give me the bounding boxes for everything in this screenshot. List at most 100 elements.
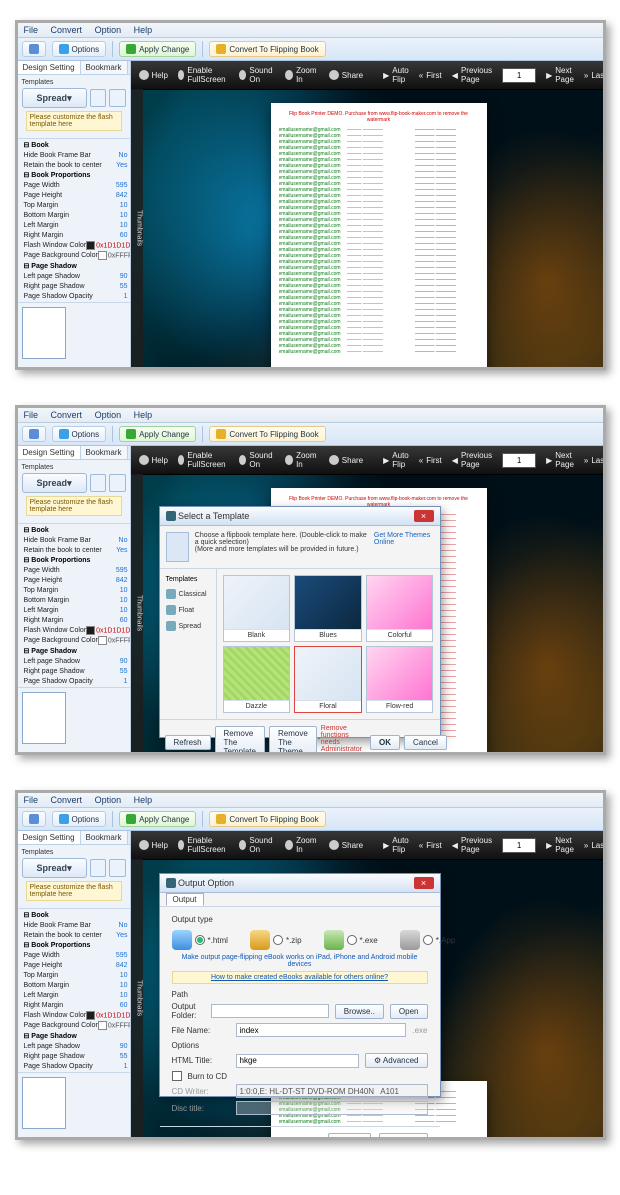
menu-option[interactable]: Option bbox=[95, 25, 122, 35]
open-button[interactable]: Open bbox=[390, 1004, 428, 1019]
menu-convert[interactable]: Convert bbox=[51, 25, 83, 35]
cancel-button[interactable]: Cancel bbox=[328, 1133, 371, 1137]
page-number-input[interactable] bbox=[502, 453, 536, 468]
page-thumb[interactable] bbox=[22, 692, 66, 744]
import-button[interactable] bbox=[22, 426, 46, 442]
ptb-zoom[interactable]: Zoom In bbox=[285, 451, 318, 469]
nav-spread[interactable]: Spread bbox=[164, 618, 212, 634]
ptb-zoom[interactable]: Zoom In bbox=[285, 66, 318, 84]
menu-help[interactable]: Help bbox=[134, 25, 153, 35]
refresh-button[interactable]: Refresh bbox=[165, 735, 211, 750]
import-button[interactable] bbox=[22, 41, 46, 57]
ptb-sound[interactable]: Sound On bbox=[239, 66, 275, 84]
template-card-flowred[interactable]: Flow-red bbox=[366, 646, 434, 713]
tab-design[interactable]: Design Setting bbox=[18, 831, 81, 844]
apply-change-button[interactable]: Apply Change bbox=[119, 811, 196, 827]
radio-html[interactable] bbox=[195, 935, 205, 945]
ptb-sound[interactable]: Sound On bbox=[239, 451, 275, 469]
template-select-icon[interactable] bbox=[90, 474, 106, 492]
tab-bookmark[interactable]: Bookmark bbox=[81, 61, 128, 74]
radio-app[interactable] bbox=[423, 935, 433, 945]
menu-help[interactable]: Help bbox=[134, 795, 153, 805]
ptb-share[interactable]: Share bbox=[329, 840, 363, 850]
convert-button[interactable]: Convert To Flipping Book bbox=[209, 426, 325, 442]
page-thumb[interactable] bbox=[22, 1077, 66, 1129]
remove-theme-button[interactable]: Remove The Theme bbox=[269, 726, 317, 752]
ptb-help[interactable]: Help bbox=[139, 70, 168, 80]
settings-tree[interactable]: ⊟ Book Hide Book Frame BarNo Retain the … bbox=[18, 139, 130, 302]
options-button[interactable]: Options bbox=[52, 41, 107, 57]
ptb-prev[interactable]: ◀ Previous Page bbox=[452, 451, 492, 469]
get-more-themes-link[interactable]: Get More Themes Online bbox=[374, 532, 434, 562]
vstrip-thumb[interactable]: Thumbnails bbox=[136, 865, 143, 1131]
ptb-first[interactable]: « First bbox=[419, 456, 442, 465]
browse-button[interactable]: Browse.. bbox=[335, 1004, 384, 1019]
output-folder-input[interactable] bbox=[211, 1004, 329, 1018]
type-app[interactable]: *.App bbox=[400, 930, 456, 950]
spread-button[interactable]: Spread ▾ bbox=[22, 858, 87, 878]
advanced-button[interactable]: ⚙ Advanced bbox=[365, 1053, 428, 1068]
ptb-fullscreen[interactable]: Enable FullScreen bbox=[178, 66, 229, 84]
output-help-link[interactable]: How to make created eBooks available for… bbox=[172, 971, 428, 984]
menu-option[interactable]: Option bbox=[95, 410, 122, 420]
spread-button[interactable]: Spread ▾ bbox=[22, 473, 87, 493]
template-card-blank[interactable]: Blank bbox=[223, 575, 291, 642]
import-button[interactable] bbox=[22, 811, 46, 827]
page-number-input[interactable] bbox=[502, 838, 536, 853]
options-button[interactable]: Options bbox=[52, 426, 107, 442]
radio-exe[interactable] bbox=[347, 935, 357, 945]
file-name-input[interactable] bbox=[236, 1023, 407, 1037]
template-import-icon[interactable] bbox=[109, 89, 125, 107]
menu-convert[interactable]: Convert bbox=[51, 410, 83, 420]
ok-button[interactable]: OK bbox=[370, 735, 400, 750]
page-number-input[interactable] bbox=[502, 68, 536, 83]
ptb-first[interactable]: « First bbox=[419, 71, 442, 80]
ptb-last[interactable]: » Last bbox=[584, 456, 603, 465]
ptb-prev[interactable]: ◀ Previous Page bbox=[452, 836, 492, 854]
tab-design[interactable]: Design Setting bbox=[18, 61, 81, 74]
type-zip[interactable]: *.zip bbox=[250, 930, 302, 950]
template-card-dazzle[interactable]: Dazzle bbox=[223, 646, 291, 713]
vstrip-thumb[interactable]: Thumbnails bbox=[136, 480, 143, 746]
tab-bookmark[interactable]: Bookmark bbox=[81, 446, 128, 459]
convert-button[interactable]: Convert To Flipping Book bbox=[209, 41, 325, 57]
ptb-last[interactable]: » Last bbox=[584, 71, 603, 80]
html-title-input[interactable] bbox=[236, 1054, 359, 1068]
type-html[interactable]: *.html bbox=[172, 930, 228, 950]
ptb-next[interactable]: ▶ Next Page bbox=[546, 66, 574, 84]
menu-option[interactable]: Option bbox=[95, 795, 122, 805]
ptb-share[interactable]: Share bbox=[329, 70, 363, 80]
tab-output[interactable]: Output bbox=[166, 893, 204, 906]
nav-classical[interactable]: Classical bbox=[164, 586, 212, 602]
ptb-next[interactable]: ▶ Next Page bbox=[546, 451, 574, 469]
type-exe[interactable]: *.exe bbox=[324, 930, 378, 950]
settings-tree[interactable]: ⊟ Book Hide Book Frame BarNo Retain the … bbox=[18, 524, 130, 687]
page-thumb[interactable] bbox=[22, 307, 66, 359]
menu-file[interactable]: File bbox=[24, 25, 39, 35]
tab-design[interactable]: Design Setting bbox=[18, 446, 81, 459]
disc-title-input[interactable] bbox=[236, 1101, 428, 1115]
options-button[interactable]: Options bbox=[52, 811, 107, 827]
template-card-floral[interactable]: Floral bbox=[294, 646, 362, 713]
close-button[interactable]: × bbox=[414, 877, 434, 889]
ptb-zoom[interactable]: Zoom In bbox=[285, 836, 318, 854]
template-card-blues[interactable]: Blues bbox=[294, 575, 362, 642]
settings-tree[interactable]: ⊟ Book Hide Book Frame BarNo Retain the … bbox=[18, 909, 130, 1072]
ptb-autoflip[interactable]: ▶ Auto Flip bbox=[383, 836, 409, 854]
radio-zip[interactable] bbox=[273, 935, 283, 945]
ptb-first[interactable]: « First bbox=[419, 841, 442, 850]
nav-float[interactable]: Float bbox=[164, 602, 212, 618]
apply-change-button[interactable]: Apply Change bbox=[119, 41, 196, 57]
template-import-icon[interactable] bbox=[109, 474, 125, 492]
template-card-colorful[interactable]: Colorful bbox=[366, 575, 434, 642]
convert-button[interactable]: Convert To Flipping Book bbox=[209, 811, 325, 827]
ptb-share[interactable]: Share bbox=[329, 455, 363, 465]
ptb-last[interactable]: » Last bbox=[584, 841, 603, 850]
ptb-sound[interactable]: Sound On bbox=[239, 836, 275, 854]
template-select-icon[interactable] bbox=[90, 859, 106, 877]
cd-writer-select[interactable] bbox=[236, 1084, 428, 1098]
ptb-help[interactable]: Help bbox=[139, 455, 168, 465]
ptb-autoflip[interactable]: ▶ Auto Flip bbox=[383, 451, 409, 469]
ptb-autoflip[interactable]: ▶ Auto Flip bbox=[383, 66, 409, 84]
ptb-next[interactable]: ▶ Next Page bbox=[546, 836, 574, 854]
